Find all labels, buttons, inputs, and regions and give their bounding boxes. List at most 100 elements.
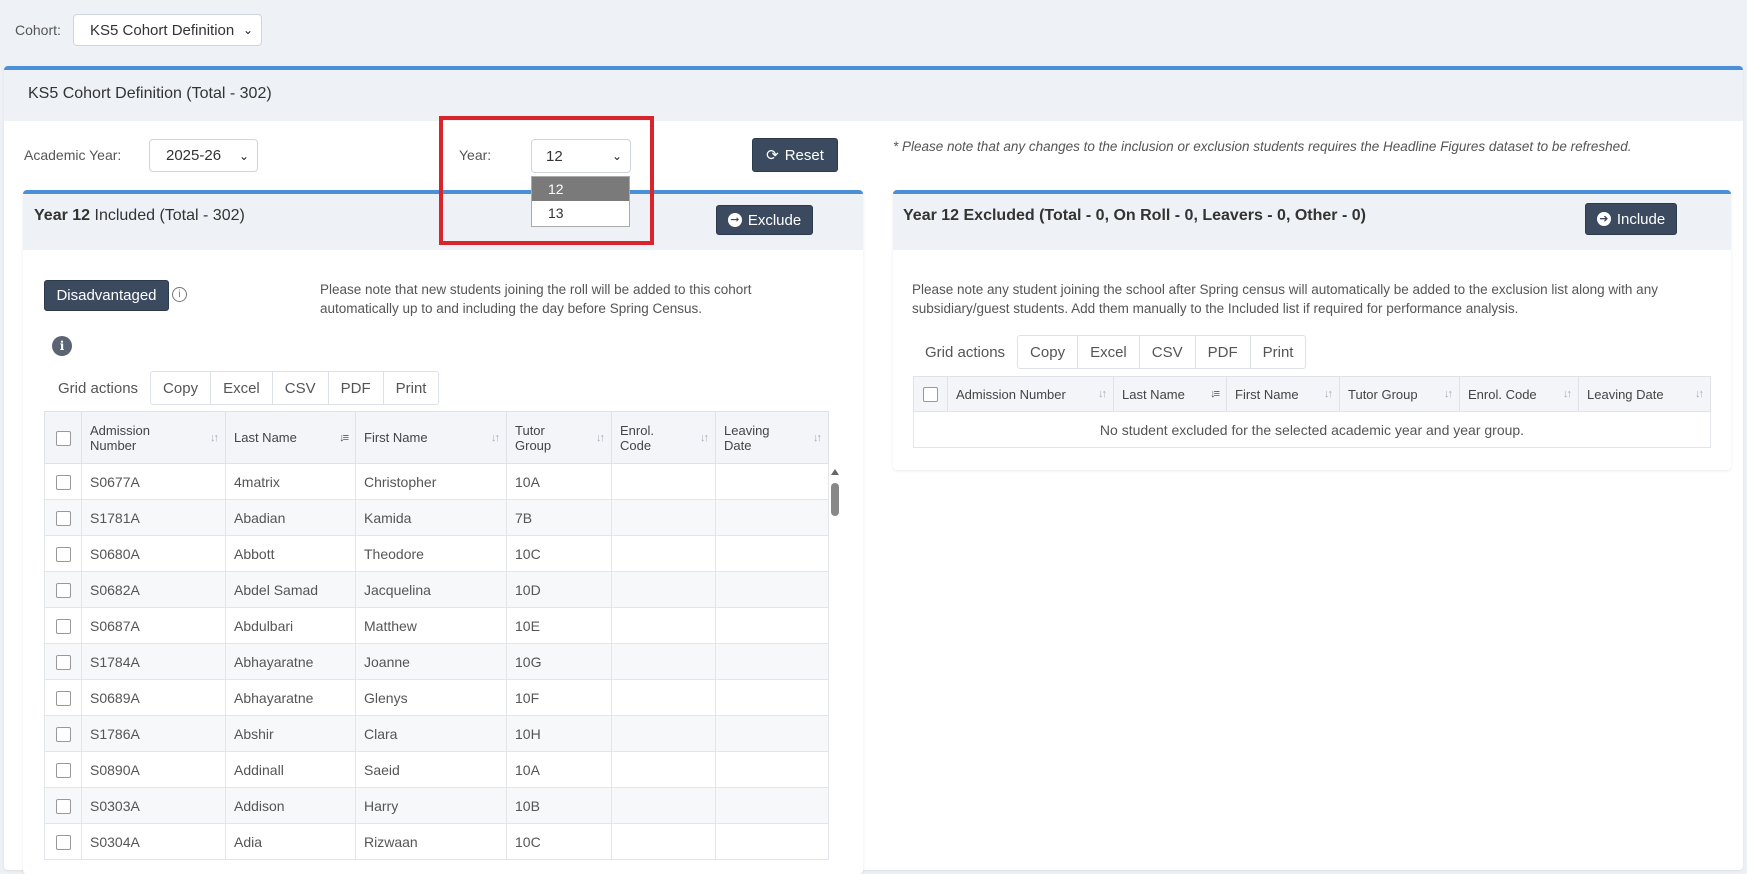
- year-label: Year:: [459, 147, 492, 163]
- refresh-note: * Please note that any changes to the in…: [893, 139, 1632, 154]
- row-checkbox[interactable]: [55, 726, 71, 742]
- excluded-note-line2: subsidiary/guest students. Add them manu…: [912, 301, 1519, 316]
- row-checkbox-cell[interactable]: [44, 751, 82, 788]
- enrol-code-cell: [611, 751, 716, 788]
- row-checkbox-cell[interactable]: [44, 715, 82, 752]
- info-icon[interactable]: i: [52, 336, 72, 356]
- table-row[interactable]: S0687A Abdulbari Matthew 10E: [44, 607, 829, 644]
- excluded-table: Admission Number ↓↑ Last Name ↓≡ First Nam…: [913, 376, 1711, 448]
- pdf-button[interactable]: PDF: [1195, 335, 1251, 369]
- copy-button[interactable]: Copy: [1017, 335, 1079, 369]
- csv-button[interactable]: CSV: [272, 371, 329, 405]
- excluded-grid-actions: Grid actions Copy Excel CSV PDF Print: [913, 335, 1307, 369]
- table-row[interactable]: S1781A Abadian Kamida 7B: [44, 499, 829, 536]
- table-scrollbar[interactable]: [828, 465, 842, 845]
- table-row[interactable]: S0677A 4matrix Christopher 10A: [44, 463, 829, 500]
- col-enrol-code[interactable]: Enrol. Code ↓↑: [611, 411, 716, 464]
- tutor-group-cell: 10D: [506, 571, 612, 608]
- row-checkbox-cell[interactable]: [44, 679, 82, 716]
- first-name-cell: Clara: [355, 715, 507, 752]
- pdf-button[interactable]: PDF: [328, 371, 384, 405]
- reset-button-label: Reset: [784, 146, 824, 164]
- enrol-code-cell: [611, 571, 716, 608]
- table-row[interactable]: S0689A Abhayaratne Glenys 10F: [44, 679, 829, 716]
- year-option-13[interactable]: 13: [532, 201, 629, 225]
- scrollbar-thumb[interactable]: [831, 483, 839, 516]
- exclude-button-label: Exclude: [747, 211, 802, 229]
- year-select[interactable]: 12 ⌄: [531, 139, 631, 173]
- leaving-date-cell: [715, 715, 829, 752]
- row-checkbox-cell[interactable]: [44, 571, 82, 608]
- admission-number-cell: S0680A: [81, 535, 226, 572]
- excel-button[interactable]: Excel: [1078, 335, 1140, 369]
- enrol-code-cell: [611, 499, 716, 536]
- col-admission-number[interactable]: Admission Number ↓↑: [81, 411, 226, 464]
- select-all-checkbox[interactable]: [923, 387, 938, 403]
- exclude-button[interactable]: ➞ Exclude: [716, 205, 813, 235]
- row-checkbox[interactable]: [55, 690, 71, 706]
- info-outline-icon[interactable]: i: [172, 287, 187, 302]
- cohort-select[interactable]: KS5 Cohort Definition ⌄: [73, 14, 262, 46]
- row-checkbox-cell[interactable]: [44, 607, 82, 644]
- included-note-line2: automatically up to and including the da…: [320, 301, 702, 316]
- first-name-cell: Kamida: [355, 499, 507, 536]
- year-option-12[interactable]: 12: [532, 177, 629, 201]
- row-checkbox[interactable]: [55, 510, 71, 526]
- col-tutor-group[interactable]: Tutor Group ↓↑: [1339, 376, 1460, 412]
- row-checkbox-cell[interactable]: [44, 535, 82, 572]
- row-checkbox[interactable]: [55, 582, 71, 598]
- col-admission-number[interactable]: Admission Number ↓↑: [947, 376, 1114, 412]
- academic-year-select[interactable]: 2025-26 ⌄: [149, 139, 258, 172]
- col-tutor-group[interactable]: Tutor Group ↓↑: [506, 411, 612, 464]
- first-name-cell: Saeid: [355, 751, 507, 788]
- excluded-title: Year 12 Excluded (Total - 0, On Roll - 0…: [903, 207, 1366, 225]
- copy-button[interactable]: Copy: [150, 371, 212, 405]
- select-all-checkbox[interactable]: [55, 430, 71, 446]
- include-button[interactable]: ➜ Include: [1585, 203, 1677, 235]
- enrol-code-cell: [611, 679, 716, 716]
- row-checkbox[interactable]: [55, 798, 71, 814]
- table-row[interactable]: S0680A Abbott Theodore 10C: [44, 535, 829, 572]
- row-checkbox[interactable]: [55, 654, 71, 670]
- disadvantaged-button[interactable]: Disadvantaged: [44, 280, 169, 311]
- table-row[interactable]: S0890A Addinall Saeid 10A: [44, 751, 829, 788]
- reset-button[interactable]: ⟳ Reset: [752, 138, 838, 172]
- print-button[interactable]: Print: [1250, 335, 1307, 369]
- admission-number-cell: S1784A: [81, 643, 226, 680]
- print-button[interactable]: Print: [383, 371, 440, 405]
- csv-button[interactable]: CSV: [1139, 335, 1196, 369]
- scroll-up-arrow-icon[interactable]: [831, 469, 839, 475]
- row-checkbox-cell[interactable]: [44, 643, 82, 680]
- table-row[interactable]: S0303A Addison Harry 10B: [44, 787, 829, 824]
- select-all-header[interactable]: [44, 411, 82, 464]
- table-row[interactable]: S0682A Abdel Samad Jacquelina 10D: [44, 571, 829, 608]
- row-checkbox[interactable]: [55, 618, 71, 634]
- col-enrol-code[interactable]: Enrol. Code ↓↑: [1459, 376, 1579, 412]
- tutor-group-cell: 10H: [506, 715, 612, 752]
- row-checkbox[interactable]: [55, 546, 71, 562]
- select-all-header[interactable]: [913, 376, 948, 412]
- col-leaving-date[interactable]: Leaving Date ↓↑: [1578, 376, 1711, 412]
- last-name-cell: Abhayaratne: [225, 679, 356, 716]
- leaving-date-cell: [715, 643, 829, 680]
- excel-button[interactable]: Excel: [211, 371, 273, 405]
- col-first-name[interactable]: First Name ↓↑: [1226, 376, 1340, 412]
- row-checkbox[interactable]: [55, 834, 71, 850]
- table-row[interactable]: S1786A Abshir Clara 10H: [44, 715, 829, 752]
- chevron-down-icon: ⌄: [242, 23, 253, 37]
- row-checkbox-cell[interactable]: [44, 499, 82, 536]
- chevron-down-icon: ⌄: [238, 148, 249, 163]
- included-title-year: Year 12: [34, 207, 91, 224]
- table-row[interactable]: S1784A Abhayaratne Joanne 10G: [44, 643, 829, 680]
- last-name-cell: Abdulbari: [225, 607, 356, 644]
- row-checkbox-cell[interactable]: [44, 787, 82, 824]
- col-leaving-date[interactable]: Leaving Date ↓↑: [715, 411, 829, 464]
- col-last-name[interactable]: Last Name ↓≡: [225, 411, 356, 464]
- enrol-code-cell: [611, 463, 716, 500]
- col-first-name[interactable]: First Name ↓↑: [355, 411, 507, 464]
- row-checkbox-cell[interactable]: [44, 463, 82, 500]
- included-note: Please note that new students joining th…: [320, 280, 752, 318]
- row-checkbox[interactable]: [55, 474, 71, 490]
- row-checkbox[interactable]: [55, 762, 71, 778]
- col-last-name[interactable]: Last Name ↓≡: [1113, 376, 1227, 412]
